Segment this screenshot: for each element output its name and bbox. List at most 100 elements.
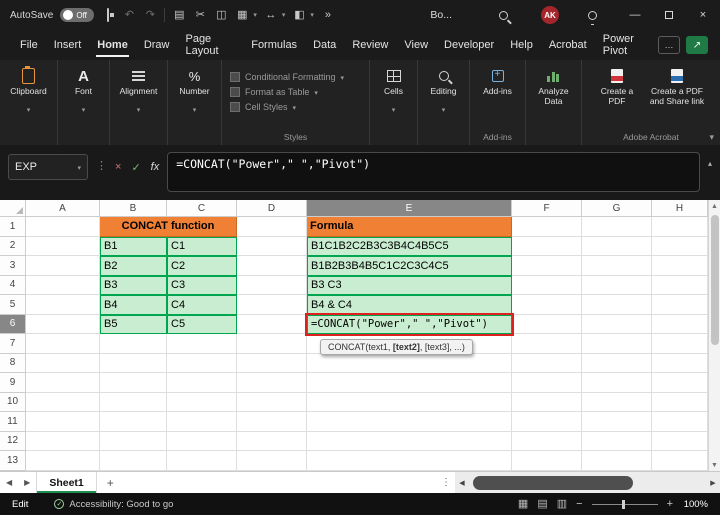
cell-h10[interactable]	[652, 393, 708, 413]
scroll-left-icon[interactable]: ◀	[455, 479, 469, 487]
cell-b4[interactable]: B3	[100, 276, 167, 296]
menu-tab-page-layout[interactable]: Page Layout	[177, 30, 243, 60]
cell-d2[interactable]	[237, 237, 307, 257]
cell-h2[interactable]	[652, 237, 708, 257]
scroll-up-icon[interactable]: ▲	[711, 200, 718, 212]
cell-d6[interactable]	[237, 315, 307, 335]
zoom-slider-knob[interactable]	[622, 500, 625, 509]
cell-h9[interactable]	[652, 373, 708, 393]
editing-button[interactable]: Editing	[419, 65, 469, 117]
number-button[interactable]: % Number	[170, 65, 220, 117]
cell-e13[interactable]	[307, 451, 512, 471]
alignment-button[interactable]: Alignment	[114, 65, 164, 117]
enter-icon[interactable]: ✓	[131, 161, 140, 174]
cell-g5[interactable]	[582, 295, 652, 315]
cell-a9[interactable]	[26, 373, 100, 393]
formula-bar-handle[interactable]: ⋮	[96, 159, 107, 172]
row-header-3[interactable]: 3	[0, 256, 26, 276]
cell-d8[interactable]	[237, 354, 307, 374]
cell-e12[interactable]	[307, 432, 512, 452]
column-header-e[interactable]: E	[307, 200, 512, 217]
cell-h13[interactable]	[652, 451, 708, 471]
row-header-12[interactable]: 12	[0, 432, 26, 452]
cell-a12[interactable]	[26, 432, 100, 452]
cell-b7[interactable]	[100, 334, 167, 354]
zoom-slider[interactable]	[592, 504, 658, 505]
search-icon[interactable]	[499, 11, 508, 20]
cell-f3[interactable]	[512, 256, 582, 276]
font-button[interactable]: A Font	[59, 65, 109, 117]
cell-d10[interactable]	[237, 393, 307, 413]
cell-h3[interactable]	[652, 256, 708, 276]
page-break-view-icon[interactable]: ▥	[557, 499, 567, 510]
close-button[interactable]: ×	[686, 0, 720, 30]
cell-h4[interactable]	[652, 276, 708, 296]
row-header-1[interactable]: 1	[0, 217, 26, 237]
autosave-toggle[interactable]: Off	[60, 8, 94, 22]
fill-color-icon[interactable]: ◧	[292, 10, 306, 21]
cell-b12[interactable]	[100, 432, 167, 452]
accessibility-status[interactable]: ✓ Accessibility: Good to go	[54, 499, 173, 510]
formula-input[interactable]: =CONCAT("Power"," ","Pivot")	[167, 152, 700, 192]
cell-a3[interactable]	[26, 256, 100, 276]
cell-g10[interactable]	[582, 393, 652, 413]
row-header-9[interactable]: 9	[0, 373, 26, 393]
cell-f11[interactable]	[512, 412, 582, 432]
cell-f2[interactable]	[512, 237, 582, 257]
cell-h5[interactable]	[652, 295, 708, 315]
cell-a13[interactable]	[26, 451, 100, 471]
cell-h1[interactable]	[652, 217, 708, 237]
cell-a4[interactable]	[26, 276, 100, 296]
cell-f6[interactable]	[512, 315, 582, 335]
cell-e4[interactable]: B3 C3	[307, 276, 512, 296]
cell-e3[interactable]: B1B2B3B4B5C1C2C3C4C5	[307, 256, 512, 276]
cell-c6[interactable]: C5	[167, 315, 237, 335]
cell-styles-button[interactable]: Cell Styles	[230, 102, 344, 112]
merge-cells-icon[interactable]: ↔	[264, 10, 278, 21]
cut-icon[interactable]: ✂	[193, 10, 207, 21]
column-header-h[interactable]: H	[652, 200, 708, 217]
cell-b6[interactable]: B5	[100, 315, 167, 335]
cell-e10[interactable]	[307, 393, 512, 413]
cell-e9[interactable]	[307, 373, 512, 393]
column-header-b[interactable]: B	[100, 200, 167, 217]
share-button[interactable]: ↗	[686, 36, 708, 54]
cell-a6[interactable]	[26, 315, 100, 335]
cell-c3[interactable]: C2	[167, 256, 237, 276]
cell-b3[interactable]: B2	[100, 256, 167, 276]
column-header-a[interactable]: A	[26, 200, 100, 217]
chevron-down-icon[interactable]: ▾	[282, 11, 286, 19]
undo-icon[interactable]: ↶	[122, 10, 136, 21]
addins-button[interactable]: Add-ins	[473, 65, 523, 97]
cell-f12[interactable]	[512, 432, 582, 452]
cell-a11[interactable]	[26, 412, 100, 432]
row-header-10[interactable]: 10	[0, 393, 26, 413]
cell-b11[interactable]	[100, 412, 167, 432]
row-header-11[interactable]: 11	[0, 412, 26, 432]
cell-b8[interactable]	[100, 354, 167, 374]
menu-tab-review[interactable]: Review	[344, 30, 396, 60]
cell-a1[interactable]	[26, 217, 100, 237]
cell-d13[interactable]	[237, 451, 307, 471]
cell-f10[interactable]	[512, 393, 582, 413]
cell-c11[interactable]	[167, 412, 237, 432]
cell-d11[interactable]	[237, 412, 307, 432]
zoom-out-icon[interactable]: −	[576, 498, 582, 510]
page-layout-view-icon[interactable]: ▤	[537, 499, 547, 510]
new-sheet-button[interactable]: +	[97, 476, 124, 490]
row-header-8[interactable]: 8	[0, 354, 26, 374]
column-header-f[interactable]: F	[512, 200, 582, 217]
clipboard-button[interactable]: Clipboard	[4, 65, 54, 117]
chevron-down-icon[interactable]: ▾	[310, 11, 314, 19]
column-header-d[interactable]: D	[237, 200, 307, 217]
select-all-corner[interactable]	[0, 200, 26, 217]
scroll-right-icon[interactable]: ▶	[706, 479, 720, 487]
cell-a8[interactable]	[26, 354, 100, 374]
expand-formula-bar-icon[interactable]: ▴	[708, 159, 712, 168]
cell-g6[interactable]	[582, 315, 652, 335]
row-header-6[interactable]: 6	[0, 315, 26, 335]
cell-e6[interactable]: =CONCAT("Power"," ","Pivot")	[307, 315, 512, 335]
analyze-data-button[interactable]: Analyze Data	[529, 65, 579, 107]
cell-e2[interactable]: B1C1B2C2B3C3B4C4B5C5	[307, 237, 512, 257]
cell-h11[interactable]	[652, 412, 708, 432]
